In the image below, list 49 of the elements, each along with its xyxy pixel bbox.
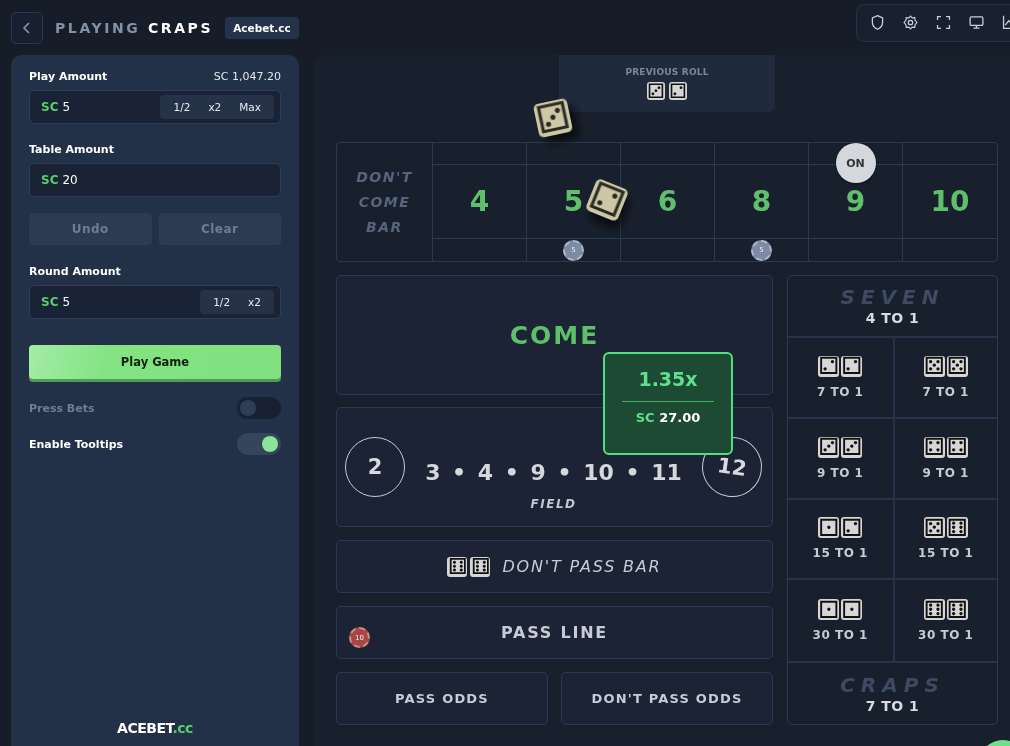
die-icon: ⚁	[669, 82, 687, 100]
die-icon: ⚀	[818, 517, 840, 539]
payout: 9 TO 1	[922, 465, 969, 480]
die-icon: ⚃	[946, 436, 968, 458]
die-icon: ⚄	[923, 355, 945, 377]
page-title: PLAYING CRAPS	[55, 19, 214, 36]
die-icon: ⚄	[946, 355, 968, 377]
die-icon: ⚅	[923, 599, 945, 621]
payout: 4 TO 1	[865, 310, 920, 326]
field-label: Table Amount	[29, 143, 114, 156]
die-icon: ⚁	[818, 355, 840, 377]
payout: 9 TO 1	[817, 465, 864, 480]
logo: ACEBET.cc	[117, 720, 193, 736]
die-icon: ⚂	[841, 436, 863, 458]
die-icon: ⚅	[946, 517, 968, 539]
payout: 30 TO 1	[918, 628, 974, 643]
field-numbers: 3 • 4 • 9 • 10 • 11	[425, 459, 682, 485]
field-label: FIELD	[530, 496, 577, 511]
die-icon: ⚃	[923, 436, 945, 458]
previous-roll-label: PREVIOUS ROLL	[625, 67, 709, 77]
multiplier: 1.35x	[638, 368, 698, 390]
toggle-label: Enable Tooltips	[29, 437, 124, 451]
die-icon: ⚅	[447, 556, 468, 577]
payout: 7 TO 1	[922, 384, 969, 399]
die-icon: ⚁	[841, 517, 863, 539]
bet-label: DON'T PASS BAR	[502, 557, 662, 576]
die-icon: ⚅	[470, 556, 491, 577]
on-puck: ON	[835, 143, 876, 183]
balance: SC 1,047.20	[213, 70, 281, 83]
payout: 7 TO 1	[865, 697, 920, 714]
die-icon: ⚁	[584, 177, 630, 223]
payout: 30 TO 1	[812, 628, 868, 643]
die-icon: ⚀	[841, 599, 863, 621]
payout: 15 TO 1	[918, 546, 974, 561]
field-label: Play Amount	[29, 70, 108, 83]
field-label: Round Amount	[29, 265, 121, 278]
die-icon: ⚄	[923, 517, 945, 539]
site-badge: Acebet.cc	[225, 16, 299, 39]
die-icon: ⚂	[818, 436, 840, 458]
die-icon: ⚅	[946, 599, 968, 621]
payout-amount: SC 27.00	[635, 410, 701, 425]
payout: 7 TO 1	[817, 384, 864, 399]
die-icon: ⚂	[532, 97, 574, 139]
payout: 15 TO 1	[812, 546, 868, 561]
die-icon: ⚁	[841, 355, 863, 377]
toggle-label: Press Bets	[29, 401, 95, 415]
bet-label: PASS LINE	[500, 623, 609, 642]
die-icon: ⚀	[818, 599, 840, 621]
die-icon: ⚂	[647, 82, 665, 100]
